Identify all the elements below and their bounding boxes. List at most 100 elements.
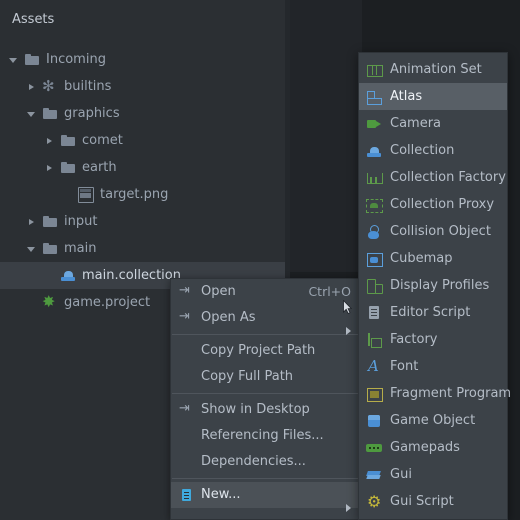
menu-item[interactable]: Copy Full Path [171,364,359,390]
menu-item-label: Copy Full Path [201,369,294,384]
menu-item-label: Open [201,284,236,299]
folder-icon [60,133,76,149]
open-arrow-icon [179,309,195,326]
menu-icon-spacer [179,369,195,385]
chevron-closed-icon[interactable] [44,162,56,174]
submenu-item[interactable]: Editor Script [359,299,507,326]
new-asset-submenu[interactable]: Animation Set Atlas Camera Collection Collec… [358,52,511,520]
submenu-item[interactable]: Collection [359,137,507,164]
submenu-item-label: Collection [390,143,455,158]
animation-set-icon [366,62,383,78]
tree-row-label: builtins [64,79,112,94]
submenu-item-label: Camera [390,116,442,131]
chevron-closed-icon[interactable] [44,135,56,147]
editor-script-icon [366,305,383,321]
tree-row[interactable]: target.png [0,181,290,208]
menu-item-label: Referencing Files... [201,428,324,443]
submenu-item[interactable]: Animation Set [359,56,507,83]
project-icon [42,294,58,311]
tree-row[interactable]: earth [0,154,290,181]
tree-row-label: main.collection [82,268,181,283]
menu-item[interactable]: Show in Desktop [171,397,359,423]
tree-row[interactable]: builtins [0,73,290,100]
gui-script-icon [366,492,383,511]
tree-row-label: comet [82,133,123,148]
submenu-item[interactable]: Game Object [359,407,507,434]
tree-row-label: game.project [64,295,151,310]
menu-item-label: Open As [201,310,256,325]
folder-icon [60,160,76,176]
tree-row[interactable]: graphics [0,100,290,127]
submenu-item-label: Collection Proxy [390,197,495,212]
submenu-item[interactable]: Atlas [359,83,507,110]
submenu-item[interactable]: Collision Object [359,218,507,245]
menu-separator [172,393,358,394]
submenu-item[interactable]: Gui [359,461,507,488]
tree-row-label: main [64,241,97,256]
camera-icon [366,116,383,132]
context-menu[interactable]: Open Ctrl+O Open As Copy Project Path Copy F… [170,278,360,520]
submenu-item-label: Factory [390,332,438,347]
folder-icon [42,214,58,230]
tree-row[interactable]: comet [0,127,290,154]
menu-item[interactable]: Dependencies... [171,449,359,475]
submenu-item[interactable]: Font [359,353,507,380]
menu-item-label: Copy Project Path [201,343,316,358]
submenu-item-label: Collection Factory [390,170,506,185]
menu-item[interactable]: Open Ctrl+O [171,279,359,305]
gamepads-icon [366,440,383,456]
menu-item[interactable]: Open As [171,305,359,335]
submenu-item[interactable]: Collection Proxy [359,191,507,218]
game-object-icon [366,413,383,429]
submenu-item[interactable]: Gamepads [359,434,507,461]
chevron-closed-icon[interactable] [26,81,38,93]
factory-icon [366,332,383,348]
submenu-item[interactable]: Gui Script [359,488,507,515]
submenu-item[interactable]: Collection Factory [359,164,507,191]
folder-icon [24,52,40,68]
tree-row[interactable]: main [0,235,290,262]
new-document-icon [179,487,195,503]
gui-icon [366,467,383,483]
submenu-item-label: Gui Script [390,494,454,509]
menu-icon-spacer [179,343,195,359]
submenu-item-label: Font [390,359,419,374]
chevron-open-icon[interactable] [26,108,38,120]
menu-item[interactable]: New... [171,482,359,512]
chevron-open-icon[interactable] [26,243,38,255]
tree-row[interactable]: input [0,208,290,235]
tree-row-label: input [64,214,98,229]
submenu-item[interactable]: Cubemap [359,245,507,272]
chevron-open-icon[interactable] [8,54,20,66]
collection-icon [366,143,383,159]
tree-row[interactable]: Incoming [0,46,290,73]
folder-icon [42,106,58,122]
open-arrow-icon [179,283,195,300]
menu-separator [172,334,358,335]
open-arrow-icon [179,401,195,418]
display-profiles-icon [366,278,383,294]
submenu-item-label: Collision Object [390,224,491,239]
submenu-item-label: Display Profiles [390,278,490,293]
asset-tree[interactable]: Incoming builtins graphics comet earth target… [0,46,290,316]
chevron-closed-icon[interactable] [26,216,38,228]
collection-icon [60,268,76,284]
submenu-item-label: Animation Set [390,62,482,77]
menu-item[interactable]: Copy Project Path [171,338,359,364]
menu-icon-spacer [179,428,195,444]
submenu-item[interactable]: Display Profiles [359,272,507,299]
submenu-item-label: Gui [390,467,412,482]
submenu-item-label: Editor Script [390,305,471,320]
image-icon [78,186,94,203]
tree-row-label: Incoming [46,52,106,67]
submenu-item-label: Cubemap [390,251,453,266]
submenu-item[interactable]: Fragment Program [359,380,511,407]
menu-item-label: New... [201,487,241,502]
submenu-item[interactable]: Factory [359,326,507,353]
menu-item[interactable]: Referencing Files... [171,423,359,449]
submenu-item[interactable]: Camera [359,110,507,137]
puzzle-icon [42,78,58,95]
